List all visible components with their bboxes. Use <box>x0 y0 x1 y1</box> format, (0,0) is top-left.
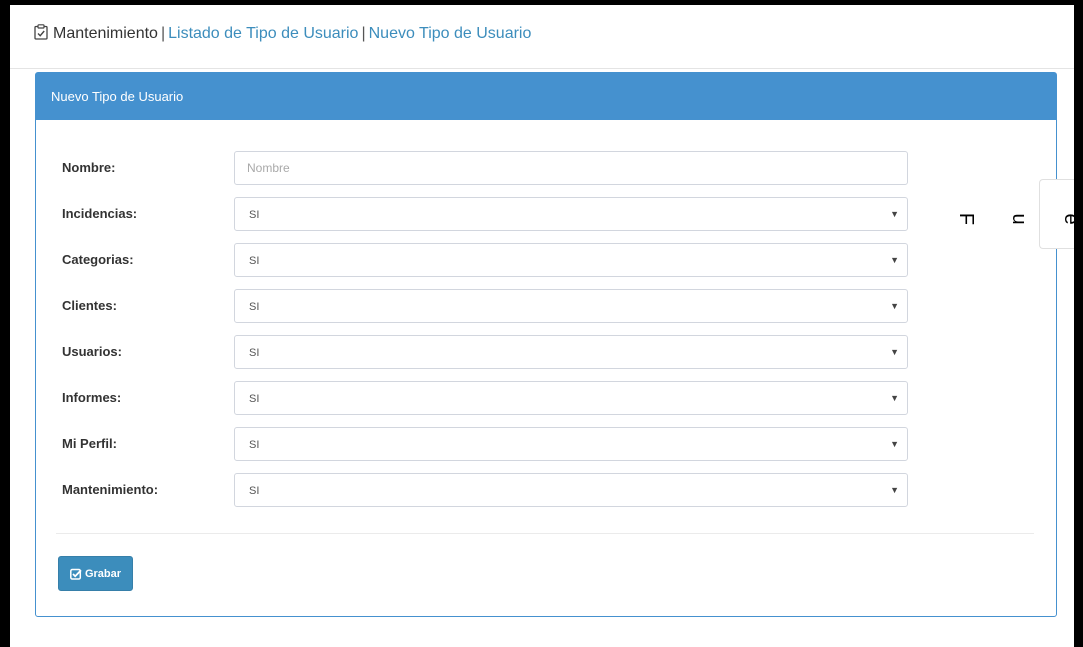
categorias-select-value: SI <box>249 255 260 267</box>
breadcrumb: Mantenimiento | Listado de Tipo de Usuario… <box>34 22 531 46</box>
breadcrumb-link-list[interactable]: Listado de Tipo de Usuario <box>168 25 358 42</box>
nombre-label: Nombre: <box>62 160 116 175</box>
breadcrumb-bar: Mantenimiento | Listado de Tipo de Usuario… <box>10 5 1074 69</box>
form-row-usuarios: Usuarios: SI ▼ <box>36 335 1056 369</box>
caret-down-icon: ▼ <box>890 439 899 449</box>
check-square-icon <box>70 568 82 580</box>
form-row-mantenimiento: Mantenimiento: SI ▼ <box>36 473 1056 507</box>
side-letter: u <box>1008 213 1030 225</box>
caret-down-icon: ▼ <box>890 485 899 495</box>
form-row-clientes: Clientes: SI ▼ <box>36 289 1056 323</box>
categorias-select[interactable]: SI ▼ <box>234 243 908 277</box>
mi-perfil-label: Mi Perfil: <box>62 436 117 451</box>
save-button[interactable]: Grabar <box>58 556 133 591</box>
form-panel: Nuevo Tipo de Usuario Nombre: Incidencia… <box>35 72 1057 617</box>
informes-select[interactable]: SI ▼ <box>234 381 908 415</box>
incidencias-label: Incidencias: <box>62 206 138 221</box>
breadcrumb-root: Mantenimiento <box>53 25 158 42</box>
incidencias-select-value: SI <box>249 209 260 221</box>
usuarios-select-value: SI <box>249 347 260 359</box>
screenshot-frame-left <box>0 0 10 647</box>
informes-select-value: SI <box>249 393 260 405</box>
clientes-select-value: SI <box>249 301 260 313</box>
save-button-label: Grabar <box>84 567 122 580</box>
usuarios-select[interactable]: SI ▼ <box>234 335 908 369</box>
categorias-label: Categorias: <box>62 252 134 267</box>
clipboard-check-icon <box>34 24 48 40</box>
form-row-informes: Informes: SI ▼ <box>36 381 1056 415</box>
usuarios-label: Usuarios: <box>62 344 122 359</box>
form-divider <box>56 533 1034 534</box>
caret-down-icon: ▼ <box>890 255 899 265</box>
nombre-input[interactable] <box>234 151 908 185</box>
page-content: Mantenimiento | Listado de Tipo de Usuario… <box>10 5 1083 647</box>
informes-label: Informes: <box>62 390 122 405</box>
breadcrumb-link-new[interactable]: Nuevo Tipo de Usuario <box>369 25 532 42</box>
mantenimiento-label: Mantenimiento: <box>62 482 159 497</box>
caret-down-icon: ▼ <box>890 209 899 219</box>
form-row-incidencias: Incidencias: SI ▼ <box>36 197 1056 231</box>
side-letter: F <box>955 212 977 226</box>
clientes-label: Clientes: <box>62 298 117 313</box>
mi-perfil-select-value: SI <box>249 439 260 451</box>
breadcrumb-separator: | <box>160 25 166 42</box>
form-row-mi-perfil: Mi Perfil: SI ▼ <box>36 427 1056 461</box>
clientes-select[interactable]: SI ▼ <box>234 289 908 323</box>
form-row-categorias: Categorias: SI ▼ <box>36 243 1056 277</box>
mi-perfil-select[interactable]: SI ▼ <box>234 427 908 461</box>
caret-down-icon: ▼ <box>890 347 899 357</box>
caret-down-icon: ▼ <box>890 301 899 311</box>
panel-title: Nuevo Tipo de Usuario <box>36 73 1056 120</box>
mantenimiento-select-value: SI <box>249 485 260 497</box>
screenshot-frame-right <box>1074 0 1083 647</box>
breadcrumb-separator: | <box>361 25 366 42</box>
mantenimiento-select[interactable]: SI ▼ <box>234 473 908 507</box>
form-row-nombre: Nombre: <box>36 151 1056 185</box>
caret-down-icon: ▼ <box>890 393 899 403</box>
incidencias-select[interactable]: SI ▼ <box>234 197 908 231</box>
